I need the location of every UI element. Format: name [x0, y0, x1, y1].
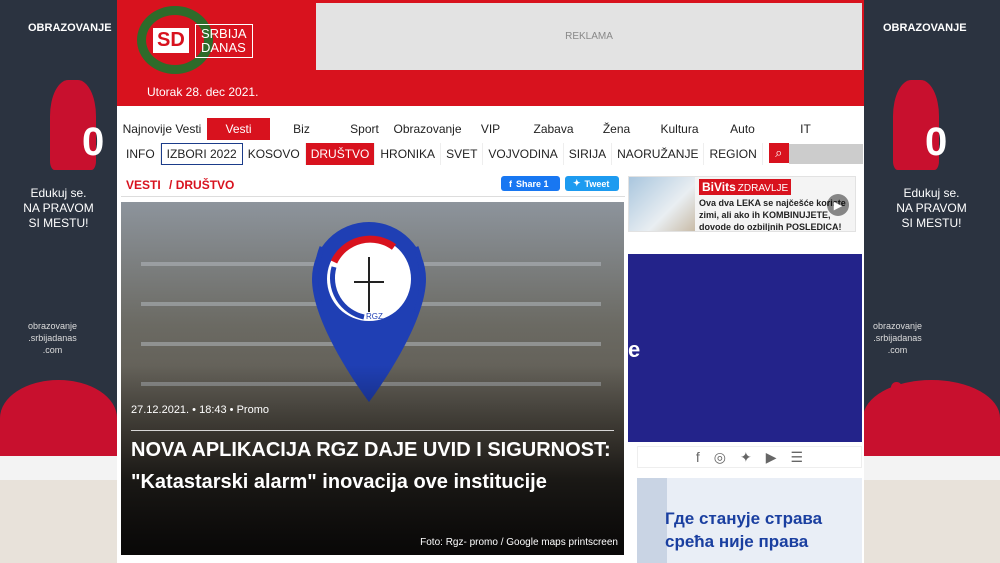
rss-icon[interactable]: ☰: [791, 449, 804, 466]
subnav-item-hronika[interactable]: HRONIKA: [375, 143, 442, 165]
skin-big-letter: 0: [82, 120, 105, 164]
article-hero[interactable]: RGZ 27.12.2021. • 18:43 • Promo NOVA APL…: [121, 202, 624, 555]
twitter-icon: ✦: [573, 178, 581, 188]
nav-item-it[interactable]: IT: [774, 118, 837, 140]
site-header: SD SRBIJA DANAS Utorak 28. dec 2021. REK…: [117, 0, 864, 106]
instagram-icon[interactable]: ◎: [714, 449, 726, 466]
nav-item-vesti[interactable]: Vesti: [207, 118, 270, 140]
main-column: SD SRBIJA DANAS Utorak 28. dec 2021. REK…: [117, 0, 864, 563]
cyrillic-ad[interactable]: Где станује страва срећа није права: [637, 478, 862, 563]
nav-item-auto[interactable]: Auto: [711, 118, 774, 140]
subnav-item-svet[interactable]: SVET: [441, 143, 484, 165]
divider: [121, 196, 625, 197]
subnav-item-izbori-2022[interactable]: IZBORI 2022: [160, 143, 243, 165]
search-icon[interactable]: ⌕: [768, 143, 789, 163]
article-meta: 27.12.2021. • 18:43 • Promo: [131, 404, 269, 416]
nav-item-kultura[interactable]: Kultura: [648, 118, 711, 140]
facebook-icon[interactable]: f: [696, 449, 700, 465]
twitter-icon[interactable]: ✦: [740, 449, 752, 466]
sidebar-promo[interactable]: BiVits ZDRAVLJE Ova dva LEKA se najčešće …: [628, 176, 856, 232]
share-buttons: f Share 1 ✦ Tweet: [501, 176, 619, 191]
photo-credit: Foto: Rgz- promo / Google maps printscre…: [420, 537, 618, 548]
skin-site: obrazovanje .srbijadanas .com: [28, 321, 78, 355]
nav-item-biz[interactable]: Biz: [270, 118, 333, 140]
primary-nav: Najnovije Vesti Vesti Biz Sport Obrazovanje V…: [117, 118, 864, 140]
ad-banner[interactable]: REKLAMA: [316, 3, 862, 70]
sidebar-banner-ad[interactable]: e: [628, 254, 862, 442]
breadcrumb-section[interactable]: VESTI: [126, 178, 161, 192]
skin-big-letter: 0: [925, 120, 948, 164]
nav-item-najnovije-vesti[interactable]: Najnovije Vesti: [117, 118, 207, 140]
facebook-share-button[interactable]: f Share 1: [501, 176, 560, 191]
breadcrumb: VESTI / DRUŠTVO: [126, 178, 234, 192]
breadcrumb-separator: /: [169, 178, 173, 192]
next-arrow-icon[interactable]: ▶: [827, 194, 849, 216]
ad-image: [637, 478, 667, 563]
promo-thumbnail: [629, 177, 695, 231]
skin-photo: [863, 480, 1000, 563]
nav-item-vip[interactable]: VIP: [459, 118, 522, 140]
secondary-nav: INFO IZBORI 2022 KOSOVO DRUŠTVO HRONIKA SVET V…: [121, 143, 863, 165]
skin-brand: OBRAZOVANJE: [28, 22, 112, 34]
search-input[interactable]: [788, 144, 863, 164]
breadcrumb-subsection[interactable]: DRUŠTVO: [176, 178, 235, 192]
subnav-item-region[interactable]: REGION: [704, 143, 763, 165]
youtube-icon[interactable]: ▶: [766, 449, 777, 466]
current-date: Utorak 28. dec 2021.: [147, 85, 259, 99]
social-links: f ◎ ✦ ▶ ☰: [637, 446, 862, 468]
hero-divider: [131, 430, 614, 431]
skin-tagline: Edukuj se. NA PRAVOM SI MESTU!: [896, 186, 967, 230]
nav-item-žena[interactable]: Žena: [585, 118, 648, 140]
nav-item-obrazovanje[interactable]: Obrazovanje: [393, 118, 461, 140]
cyrillic-ad-text: Где станује страва срећа није права: [665, 509, 823, 551]
twitter-share-button[interactable]: ✦ Tweet: [565, 176, 619, 191]
nav-item-sport[interactable]: Sport: [333, 118, 396, 140]
left-skin-ad[interactable]: OBRAZOVANJE 0 Edukuj se. NA PRAVOM SI MEST…: [0, 0, 117, 563]
subnav-item-društvo[interactable]: DRUŠTVO: [305, 143, 376, 165]
skin-site: obrazovanje .srbijadanas .com: [873, 321, 923, 355]
right-skin-ad[interactable]: OBRAZOVANJE 0 Edukuj se. NA PRAVOM SI MEST…: [863, 0, 1000, 563]
logo-sd[interactable]: SD: [153, 28, 189, 53]
article-headline[interactable]: NOVA APLIKACIJA RGZ DAJE UVID I SIGURNOS…: [131, 434, 616, 498]
skin-brand: OBRAZOVANJE: [883, 22, 967, 34]
subnav-item-naoružanje[interactable]: NAORUŽANJE: [612, 143, 705, 165]
logo-text[interactable]: SRBIJA DANAS: [195, 24, 253, 58]
subnav-item-kosovo[interactable]: KOSOVO: [243, 143, 306, 165]
subnav-item-sirija[interactable]: SIRIJA: [564, 143, 613, 165]
nav-item-zabava[interactable]: Zabava: [522, 118, 585, 140]
banner-letter: e: [628, 337, 641, 362]
skin-tagline: Edukuj se. NA PRAVOM SI MESTU!: [23, 186, 94, 230]
promo-brand: BiVits ZDRAVLJE: [699, 179, 792, 195]
skin-photo: [0, 480, 117, 563]
svg-text:RGZ: RGZ: [366, 312, 383, 321]
facebook-icon: f: [509, 178, 512, 189]
subnav-item-info[interactable]: INFO: [121, 143, 161, 165]
subnav-item-vojvodina[interactable]: VOJVODINA: [483, 143, 564, 165]
